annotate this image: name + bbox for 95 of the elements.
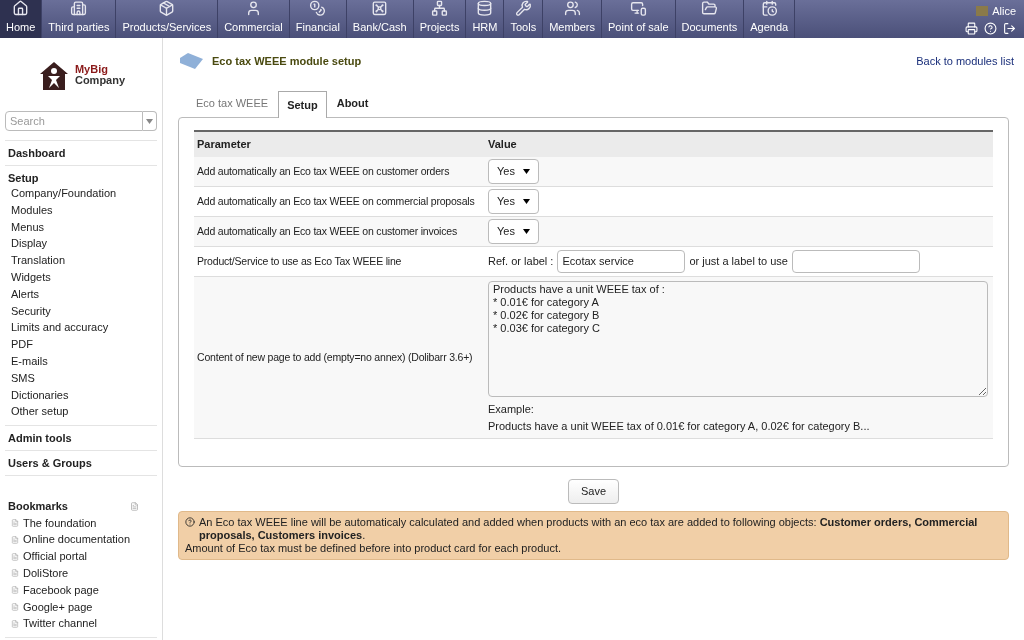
sidebar-link[interactable]: PDF <box>5 336 157 353</box>
field-label: or just a label to use <box>689 254 788 270</box>
sidebar-link[interactable]: Limits and accuracy <box>5 319 157 337</box>
sidebar-link[interactable]: SMS <box>5 369 157 387</box>
caret-icon <box>522 199 530 204</box>
people-icon <box>563 0 581 17</box>
cylinder-icon <box>476 0 494 17</box>
boxes-icon <box>158 0 176 17</box>
building-icon <box>70 0 88 17</box>
sidebar-link[interactable]: Widgets <box>5 269 157 286</box>
example-title: Example: <box>488 402 535 417</box>
bookmark-link[interactable]: Google+ page <box>23 598 93 616</box>
bookmark-link[interactable]: Official portal <box>23 548 87 566</box>
tools-icon <box>514 0 532 17</box>
sidebar-section-link[interactable]: Users & Groups <box>5 456 157 471</box>
top-menu-item[interactable]: Members <box>543 0 602 38</box>
bookmark-link[interactable]: Online documentation <box>23 531 130 549</box>
bookmark-link[interactable]: The foundation <box>23 514 97 532</box>
bookmarks-title: Bookmarks <box>8 499 68 515</box>
top-menu-item[interactable]: Bank/Cash <box>346 0 414 38</box>
top-menu-item[interactable]: HRM <box>466 0 505 38</box>
sidebar-link[interactable]: Company/Foundation <box>5 185 157 202</box>
help-icon[interactable] <box>984 22 997 36</box>
page-title: Eco tax WEEE module setup <box>212 53 362 69</box>
user-name[interactable]: Alice <box>992 2 1016 20</box>
search-field[interactable]: Search <box>5 111 143 131</box>
safe-icon <box>371 0 389 17</box>
sidebar-link[interactable]: Dictionaries <box>5 386 157 404</box>
logo-text: Company <box>74 75 126 86</box>
parameter-cell-text: Content of new page to add (empty=no annex) (Dolibarr 3.6+) <box>196 349 474 365</box>
back-to-modules-link[interactable]: Back to modules list <box>916 52 1014 70</box>
coins-icon <box>309 0 327 17</box>
sidebar-section-link[interactable]: Dashboard <box>5 146 157 160</box>
sidebar-link[interactable]: Menus <box>5 218 157 236</box>
yes-no-select[interactable]: Yes <box>488 159 539 184</box>
hierarchy-icon <box>431 0 449 17</box>
logout-icon[interactable] <box>1003 22 1016 36</box>
example-text: Products have a unit WEEE tax of 0.01€ for category A, 0.02€ for category B... <box>488 418 871 434</box>
parameter-cell-text: Add automatically an Eco tax WEEE on customer invoices <box>196 223 458 239</box>
sidebar-link[interactable]: Translation <box>5 252 157 269</box>
sidebar-link[interactable]: Security <box>5 302 157 320</box>
bookmark-icon <box>11 552 19 561</box>
parameter-cell-text: Add automatically an Eco tax WEEE on customer orders <box>196 163 451 179</box>
bookmark-icon <box>11 603 19 612</box>
top-menu-item[interactable]: Commercial <box>218 0 290 38</box>
logo-text: MyBig <box>74 64 108 75</box>
content-textarea[interactable]: Products have a unit WEEE tax of : * 0.01€ for category A * 0.02€ for category B * 0.03€ for category C <box>488 281 988 397</box>
field-label: Ref. or label : <box>488 254 554 270</box>
house-icon <box>12 0 30 17</box>
yes-no-select[interactable]: Yes <box>488 219 539 244</box>
parameter-cell-text: Add automatically an Eco tax WEEE on commercial proposals <box>196 193 476 209</box>
caret-icon <box>146 118 153 124</box>
sidebar-link[interactable]: Display <box>5 235 157 253</box>
top-menu-item[interactable]: Products/Services <box>116 0 219 38</box>
column-header: Parameter <box>196 137 252 153</box>
parameter-cell-text: Product/Service to use as Eco Tax WEEE line <box>196 253 403 269</box>
top-menu-item[interactable]: Documents <box>675 0 745 38</box>
sidebar-section-link[interactable]: Setup <box>5 171 157 185</box>
top-menu-item[interactable]: Financial <box>289 0 347 38</box>
bookmark-icon <box>11 586 19 595</box>
label-input-field[interactable] <box>791 250 920 273</box>
sidebar-link[interactable]: Other setup <box>5 403 157 421</box>
top-menu-item[interactable]: Third parties <box>42 0 117 38</box>
save-button[interactable]: Save <box>567 479 620 504</box>
bookmark-link[interactable]: Facebook page <box>23 581 99 599</box>
help-icon <box>185 516 195 527</box>
dropdown-button[interactable] <box>143 111 157 131</box>
top-menu-item[interactable]: Projects <box>413 0 467 38</box>
sidebar-link[interactable]: Alerts <box>5 285 157 303</box>
column-header: Value <box>488 137 517 153</box>
tab[interactable]: About <box>328 90 377 117</box>
top-menu-item[interactable]: Home <box>0 0 43 38</box>
sidebar-section-link[interactable]: Admin tools <box>5 431 157 446</box>
yes-no-select[interactable]: Yes <box>488 189 539 214</box>
bookmark-link[interactable]: DoliStore <box>23 565 69 582</box>
tab[interactable]: Setup <box>278 91 327 118</box>
bookmark-link[interactable]: Twitter channel <box>23 615 97 633</box>
calendar-icon <box>760 0 778 17</box>
caret-icon <box>522 229 530 234</box>
sidebar-link[interactable]: E-mails <box>5 352 157 370</box>
register-icon <box>629 0 647 17</box>
top-menu-item[interactable]: Agenda <box>744 0 796 38</box>
tab[interactable]: Eco tax WEEE <box>188 90 277 117</box>
caret-icon <box>522 169 530 174</box>
ref-input-field[interactable]: Ecotax service <box>557 250 686 273</box>
bookmark-icon <box>11 569 19 578</box>
top-menu-item[interactable]: Tools <box>504 0 544 38</box>
bookmark-icon <box>11 535 19 544</box>
info-text: An Eco tax WEEE line will be automaticaly calculated and added when products with an eco tax are added to following objects: Customer orders, Commercial proposals, Customers invoices. <box>199 515 979 542</box>
sidebar-link[interactable]: Modules <box>5 201 157 219</box>
bookmark-icon <box>11 519 19 528</box>
bookmark-icon <box>11 619 19 628</box>
top-menu-item[interactable]: Point of sale <box>602 0 676 38</box>
info-text: Amount of Eco tax must be defined before into product card for each product. <box>185 541 563 555</box>
print-icon[interactable] <box>965 22 978 36</box>
